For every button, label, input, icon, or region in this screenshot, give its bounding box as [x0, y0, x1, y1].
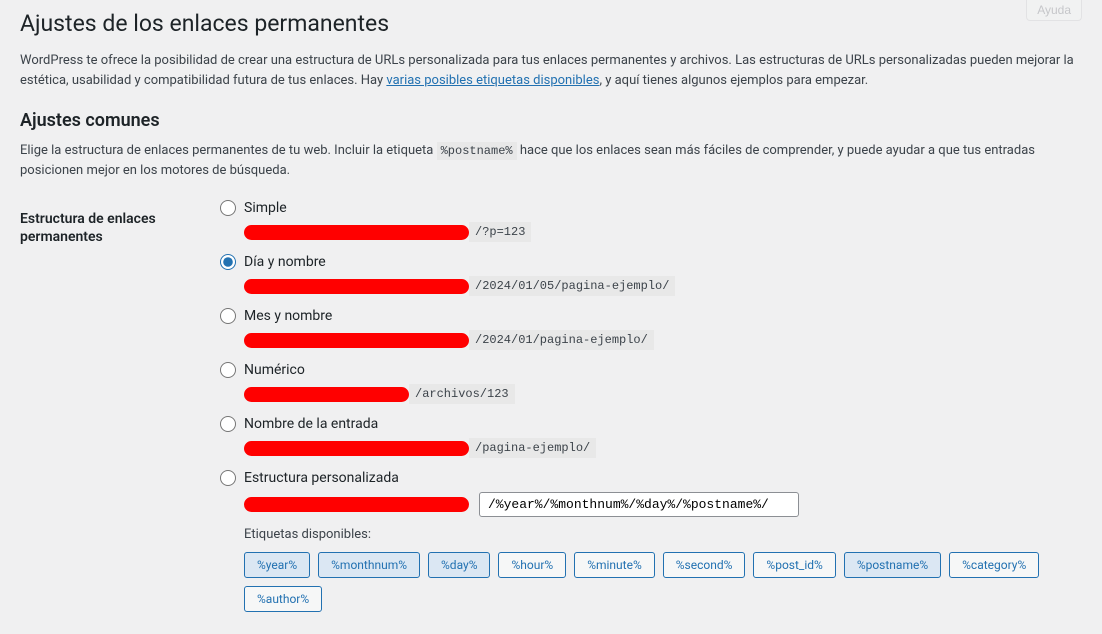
- tag-year-button[interactable]: %year%: [244, 552, 310, 578]
- help-button[interactable]: Ayuda: [1026, 0, 1082, 21]
- radio-custom-label: Estructura personalizada: [244, 470, 399, 486]
- custom-structure-input[interactable]: [479, 492, 799, 517]
- radio-post-name-label: Nombre de la entrada: [244, 416, 378, 432]
- tag-second-button[interactable]: %second%: [663, 552, 746, 578]
- intro-link[interactable]: varias posibles etiquetas disponibles: [386, 73, 599, 88]
- redacted-url: [244, 333, 469, 348]
- common-settings-heading: Ajustes comunes: [20, 110, 1082, 131]
- example-post-name: /pagina-ejemplo/: [469, 438, 596, 458]
- radio-day-name-label: Día y nombre: [244, 254, 326, 270]
- radio-month-name-label: Mes y nombre: [244, 308, 332, 324]
- radio-month-name[interactable]: [220, 308, 236, 324]
- tag-day-button[interactable]: %day%: [428, 552, 490, 578]
- tag-postname-button[interactable]: %postname%: [844, 552, 941, 578]
- example-numeric: /archivos/123: [409, 384, 515, 404]
- redacted-url: [244, 225, 469, 240]
- tag-hour-button[interactable]: %hour%: [498, 552, 566, 578]
- available-tags-label: Etiquetas disponibles:: [244, 527, 1082, 542]
- example-month-name: /2024/01/pagina-ejemplo/: [469, 330, 654, 350]
- redacted-url: [244, 497, 469, 512]
- tag-minute-button[interactable]: %minute%: [574, 552, 655, 578]
- radio-post-name[interactable]: [220, 416, 236, 432]
- redacted-url: [244, 441, 469, 456]
- radio-numeric-label: Numérico: [244, 362, 305, 378]
- radio-simple-label: Simple: [244, 200, 287, 216]
- radio-custom[interactable]: [220, 470, 236, 486]
- postname-tag-code: %postname%: [437, 142, 517, 160]
- radio-simple[interactable]: [220, 200, 236, 216]
- tag-author-button[interactable]: %author%: [244, 586, 322, 612]
- structure-label: Estructura de enlaces permanentes: [20, 200, 220, 246]
- redacted-url: [244, 279, 469, 294]
- example-simple: /?p=123: [469, 222, 531, 242]
- radio-numeric[interactable]: [220, 362, 236, 378]
- common-desc-before: Elige la estructura de enlaces permanent…: [20, 143, 437, 158]
- page-title: Ajustes de los enlaces permanentes: [20, 10, 1082, 37]
- tag-post-id-button[interactable]: %post_id%: [753, 552, 835, 578]
- intro-paragraph: WordPress te ofrece la posibilidad de cr…: [20, 51, 1082, 90]
- tag-category-button[interactable]: %category%: [949, 552, 1039, 578]
- redacted-url: [244, 387, 409, 402]
- example-day-name: /2024/01/05/pagina-ejemplo/: [469, 276, 675, 296]
- common-settings-desc: Elige la estructura de enlaces permanent…: [20, 141, 1082, 180]
- radio-day-name[interactable]: [220, 254, 236, 270]
- tag-monthnum-button[interactable]: %monthnum%: [318, 552, 420, 578]
- intro-text-after: , y aquí tienes algunos ejemplos para em…: [599, 73, 868, 88]
